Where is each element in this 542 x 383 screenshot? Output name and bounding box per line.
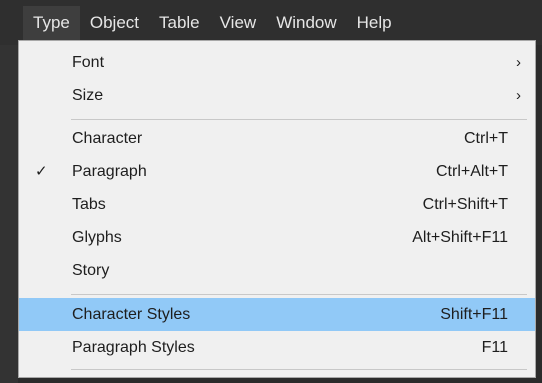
menu-item-character-styles[interactable]: Character Styles Shift+F11 — [19, 298, 535, 331]
menu-item-label: Font — [72, 54, 105, 71]
menu-separator — [71, 369, 527, 370]
checkmark-icon: ✓ — [35, 163, 48, 180]
menu-item-shortcut: Ctrl+Alt+T — [435, 163, 508, 180]
menu-separator — [71, 119, 527, 120]
chevron-right-icon: › — [516, 87, 521, 104]
menu-window[interactable]: Window — [266, 6, 346, 40]
menu-item-paragraph[interactable]: ✓ Paragraph Ctrl+Alt+T — [19, 155, 535, 188]
menu-item-shortcut: F11 — [481, 339, 508, 356]
menu-object[interactable]: Object — [80, 6, 149, 40]
menu-bar: Type Object Table View Window Help — [0, 0, 542, 45]
menu-type[interactable]: Type — [23, 5, 80, 40]
menu-item-label: Character — [72, 130, 143, 147]
menu-item-shortcut: Ctrl+Shift+T — [422, 196, 508, 213]
menu-item-label: Size — [72, 87, 104, 104]
menu-item-shortcut: Shift+F11 — [440, 306, 508, 323]
menu-item-tabs[interactable]: Tabs Ctrl+Shift+T — [19, 188, 535, 221]
type-menu-dropdown: Font › Size › Character Ctrl+T ✓ Paragra… — [18, 40, 536, 378]
menu-item-label: Story — [72, 262, 110, 279]
menu-item-glyphs[interactable]: Glyphs Alt+Shift+F11 — [19, 221, 535, 254]
menu-item-character[interactable]: Character Ctrl+T — [19, 122, 535, 155]
menu-item-shortcut: Alt+Shift+F11 — [412, 229, 508, 246]
menu-item-label: Paragraph Styles — [72, 339, 195, 356]
menu-separator — [71, 294, 527, 295]
menu-item-label: Paragraph — [72, 163, 147, 180]
menu-item-size[interactable]: Size › — [19, 79, 535, 112]
menu-view[interactable]: View — [210, 6, 267, 40]
chevron-right-icon: › — [516, 54, 521, 71]
menu-item-shortcut: Ctrl+T — [464, 130, 508, 147]
menu-item-label: Character Styles — [72, 306, 191, 323]
workspace-edge — [0, 45, 18, 383]
menu-help[interactable]: Help — [347, 6, 402, 40]
menu-item-label: Tabs — [72, 196, 106, 213]
menu-item-story[interactable]: Story — [19, 254, 535, 287]
menu-item-font[interactable]: Font › — [19, 46, 535, 79]
menu-table[interactable]: Table — [149, 6, 210, 40]
menu-item-label: Glyphs — [72, 229, 122, 246]
menu-item-paragraph-styles[interactable]: Paragraph Styles F11 — [19, 331, 535, 364]
